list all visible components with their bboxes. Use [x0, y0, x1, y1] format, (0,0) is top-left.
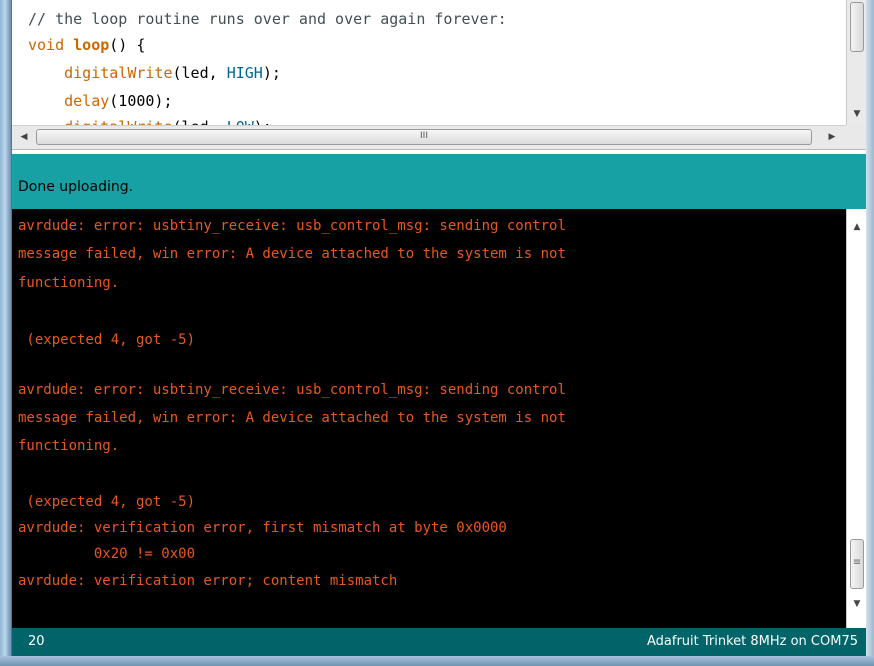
- code-line: delay(1000);: [28, 90, 173, 112]
- scroll-down-arrow-icon[interactable]: ▼: [849, 106, 865, 122]
- window-frame-left: [0, 0, 12, 666]
- console-vertical-scrollbar[interactable]: ▲ ≡ ▼: [846, 209, 866, 628]
- code-line: void loop() {: [28, 34, 145, 56]
- console-line: functioning.: [18, 275, 120, 291]
- code-token: delay: [64, 92, 110, 110]
- console-line: message failed, win error: A device atta…: [18, 410, 566, 426]
- code-editor[interactable]: // the loop routine runs over and over a…: [12, 0, 846, 125]
- code-token: (led,: [173, 118, 227, 125]
- console-vertical-scroll-thumb[interactable]: ≡: [850, 539, 864, 589]
- code-line: digitalWrite(led, HIGH);: [28, 62, 281, 84]
- status-message: Done uploading.: [18, 179, 134, 195]
- scroll-left-arrow-icon[interactable]: ◀: [16, 129, 32, 145]
- scroll-grip-icon: III: [420, 131, 428, 141]
- code-token: // the loop routine runs over and over a…: [28, 10, 507, 28]
- scrollbar-corner: [846, 125, 866, 149]
- code-token: (led,: [172, 64, 227, 82]
- console-output[interactable]: avrdude: error: usbtiny_receive: usb_con…: [12, 209, 846, 628]
- console-line: (expected 4, got -5): [18, 494, 196, 510]
- scroll-grip-icon: ≡: [852, 557, 862, 568]
- editor-vertical-scroll-thumb[interactable]: [850, 2, 864, 52]
- editor-vertical-scrollbar[interactable]: ▼: [846, 0, 866, 125]
- code-token: void: [28, 36, 65, 54]
- console-line: (expected 4, got -5): [18, 332, 196, 348]
- console-line: avrdude: verification error; content mis…: [18, 573, 398, 589]
- code-token: );: [254, 118, 272, 125]
- code-token: digitalWrite: [64, 64, 173, 82]
- console-line: avrdude: error: usbtiny_receive: usb_con…: [18, 218, 566, 234]
- code-token: digitalWrite: [64, 118, 172, 125]
- scroll-down-arrow-icon[interactable]: ▼: [849, 596, 865, 612]
- editor-horizontal-scrollbar[interactable]: ◀ III ▶: [12, 125, 846, 149]
- window-frame-bottom: [0, 656, 874, 666]
- window-frame-right: [866, 0, 874, 666]
- code-line: // the loop routine runs over and over a…: [28, 8, 507, 30]
- console-line: avrdude: error: usbtiny_receive: usb_con…: [18, 382, 566, 398]
- board-port-info: Adafruit Trinket 8MHz on COM75: [646, 634, 858, 649]
- line-number: 20: [28, 634, 45, 649]
- code-token: LOW: [227, 118, 254, 125]
- console-line: avrdude: verification error, first misma…: [18, 520, 507, 536]
- status-bar: Done uploading.: [12, 154, 866, 209]
- console-line: functioning.: [18, 438, 120, 454]
- scroll-up-arrow-icon[interactable]: ▲: [849, 219, 865, 235]
- code-token: HIGH: [226, 64, 263, 82]
- footer-status-bar: 20 Adafruit Trinket 8MHz on COM75: [12, 628, 866, 656]
- editor-horizontal-scroll-thumb[interactable]: III: [36, 129, 812, 145]
- console-line: 0x20 != 0x00: [18, 546, 196, 562]
- console-line: message failed, win error: A device atta…: [18, 246, 566, 262]
- code-token: loop: [73, 36, 110, 54]
- code-token: );: [262, 64, 281, 82]
- code-line: digitalWrite(led, LOW);: [28, 116, 272, 125]
- scroll-right-arrow-icon[interactable]: ▶: [824, 129, 840, 145]
- code-token: (1000);: [109, 92, 173, 110]
- code-token: () {: [109, 36, 146, 54]
